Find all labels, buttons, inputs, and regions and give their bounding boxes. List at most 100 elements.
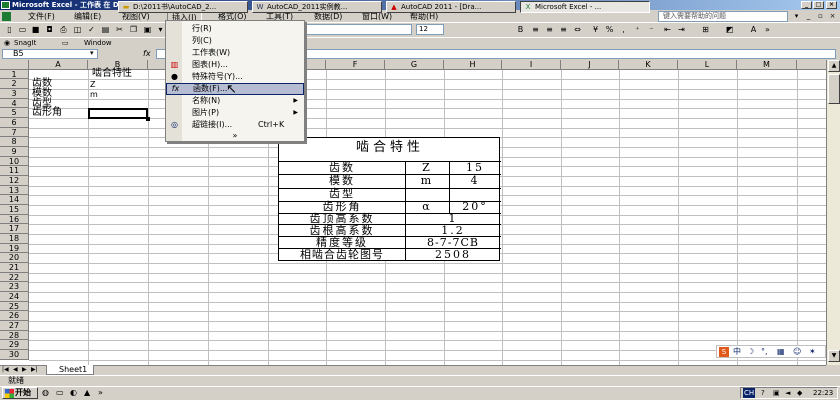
new-icon[interactable]: ▯ (4, 25, 15, 35)
prev-sheet-icon[interactable]: ◀ (13, 366, 18, 373)
decrease-indent-icon[interactable]: ⇤ (662, 25, 673, 35)
fill-color-icon[interactable]: ◩ (724, 25, 735, 35)
ime-toolbar[interactable]: S 中 ☽ °, ▦ ☺ ✶ (716, 345, 826, 358)
sheet-tab-sheet1[interactable]: Sheet1 (46, 365, 94, 375)
quicklaunch-browser-icon[interactable]: ◍ (42, 388, 49, 397)
fill-handle[interactable] (146, 117, 150, 121)
user-icon[interactable]: ☺ (793, 346, 801, 357)
menu-item-picture[interactable]: 图片(P) ▶ (166, 107, 304, 119)
last-sheet-icon[interactable]: ▶| (31, 366, 38, 373)
next-sheet-icon[interactable]: ▶ (22, 366, 27, 373)
cell-b3[interactable]: m (90, 90, 98, 100)
task-word[interactable]: W AutoCAD_2011实例教... (252, 1, 382, 13)
row-header[interactable]: 6 (0, 118, 29, 128)
ime-mode[interactable]: 中 (733, 346, 741, 357)
network-icon[interactable]: ▣ (773, 388, 780, 398)
row-header[interactable]: 16 (0, 215, 29, 224)
keyboard-icon[interactable]: ▦ (777, 346, 785, 357)
workbook-icon[interactable] (2, 12, 11, 21)
column-header-g[interactable]: G (385, 60, 444, 70)
punctuation-icon[interactable]: °, (761, 346, 768, 357)
row-header[interactable]: 4 (0, 99, 29, 108)
menu-file[interactable]: 文件(F) (24, 11, 59, 22)
task-autocad[interactable]: ▲ AutoCAD 2011 - [Dra... (386, 1, 516, 13)
help-search-input[interactable]: 键入需要帮助的问题 (658, 11, 788, 22)
row-header[interactable]: 14 (0, 195, 29, 205)
row-header[interactable]: 13 (0, 186, 29, 195)
doc-restore-icon[interactable]: ▫ (816, 12, 825, 21)
row-header[interactable]: 22 (0, 273, 29, 282)
select-all-corner[interactable] (0, 60, 29, 70)
column-header-m[interactable]: M (737, 60, 797, 70)
cell-b1[interactable]: 啮合特性 (92, 69, 132, 79)
volume-icon[interactable]: ◄ (785, 388, 790, 398)
scroll-up-icon[interactable]: ▲ (828, 60, 840, 72)
quicklaunch-desktop-icon[interactable]: ▭ (56, 388, 64, 397)
comma-icon[interactable]: , (618, 25, 629, 35)
quicklaunch-expand-icon[interactable]: » (98, 388, 103, 397)
row-header[interactable]: 30 (0, 350, 29, 360)
help-tray-icon[interactable]: ? (761, 388, 765, 398)
toolbar-options-icon[interactable]: » (762, 25, 773, 35)
font-name-select[interactable]: 体 (292, 24, 412, 35)
row-header[interactable]: 25 (0, 302, 29, 311)
increase-decimal-icon[interactable]: ⁺ (632, 25, 643, 35)
task-explorer[interactable]: ▬ D:\2011书\AutoCAD_2... (118, 1, 248, 13)
row-header[interactable]: 28 (0, 331, 29, 340)
doc-minimize-icon[interactable]: _ (804, 12, 813, 21)
print-icon[interactable]: ⎙ (58, 25, 69, 35)
cut-icon[interactable]: ✂ (114, 25, 125, 35)
window-button[interactable]: Window (84, 38, 112, 48)
excel-app-icon[interactable] (1, 1, 10, 9)
row-header[interactable]: 19 (0, 244, 29, 253)
row-header[interactable]: 15 (0, 205, 29, 215)
menu-edit[interactable]: 编辑(E) (70, 11, 105, 22)
row-header[interactable]: 7 (0, 128, 29, 137)
merge-center-icon[interactable]: ⇔ (572, 25, 583, 35)
column-header-h[interactable]: H (444, 60, 502, 70)
quicklaunch-media-icon[interactable]: ◐ (70, 388, 77, 397)
row-header[interactable]: 1 (0, 70, 29, 79)
save-icon[interactable]: ■ (30, 25, 41, 35)
column-header-k[interactable]: K (619, 60, 678, 70)
task-excel[interactable]: X Microsoft Excel - ... (520, 1, 650, 13)
align-center-icon[interactable]: ≡ (544, 25, 555, 35)
quicklaunch-app-icon[interactable]: ▲ (84, 388, 90, 397)
permission-icon[interactable]: ◘ (44, 25, 55, 35)
row-header[interactable]: 3 (0, 89, 29, 99)
borders-icon[interactable]: ⊞ (700, 25, 711, 35)
column-header-i[interactable]: I (502, 60, 561, 70)
row-header[interactable]: 2 (0, 79, 29, 89)
menu-item-column[interactable]: 列(C) (166, 35, 304, 47)
open-icon[interactable]: ▭ (17, 25, 28, 35)
name-box[interactable]: B5 (2, 49, 98, 59)
snagit-button[interactable]: SnagIt (14, 38, 36, 48)
column-header-n[interactable] (797, 60, 826, 70)
close-icon[interactable]: × (826, 1, 837, 9)
row-header[interactable]: 21 (0, 263, 29, 273)
align-left-icon[interactable]: ≡ (530, 25, 541, 35)
column-header-l[interactable]: L (678, 60, 737, 70)
first-sheet-icon[interactable]: |◀ (2, 366, 9, 373)
row-header[interactable]: 10 (0, 157, 29, 166)
cell-a5[interactable]: 齿形角 (32, 108, 62, 118)
research-icon[interactable]: ▤ (100, 25, 111, 35)
column-header-j[interactable]: J (561, 60, 619, 70)
moon-icon[interactable]: ☽ (747, 346, 754, 357)
start-button[interactable]: 开始 (2, 387, 38, 399)
bold-icon[interactable]: B (515, 25, 526, 35)
maximize-icon[interactable]: □ (813, 1, 824, 9)
decrease-decimal-icon[interactable]: ⁻ (646, 25, 657, 35)
menu-item-chart[interactable]: ▥ 图表(H)... (166, 59, 304, 71)
tools-icon[interactable]: ✶ (809, 346, 816, 357)
insert-function-icon[interactable]: fx (143, 48, 151, 60)
align-right-icon[interactable]: ≡ (558, 25, 569, 35)
preview-icon[interactable]: ◫ (72, 25, 83, 35)
snagit-icon[interactable]: ◉ (4, 38, 10, 48)
currency-icon[interactable]: ¥ (590, 25, 601, 35)
increase-indent-icon[interactable]: ⇥ (676, 25, 687, 35)
column-header-f[interactable]: F (326, 60, 385, 70)
selected-cell-b5[interactable] (88, 108, 148, 119)
window-capture-icon[interactable]: ▭ (62, 38, 69, 48)
vertical-scrollbar[interactable]: ▲ ▼ (826, 60, 840, 365)
